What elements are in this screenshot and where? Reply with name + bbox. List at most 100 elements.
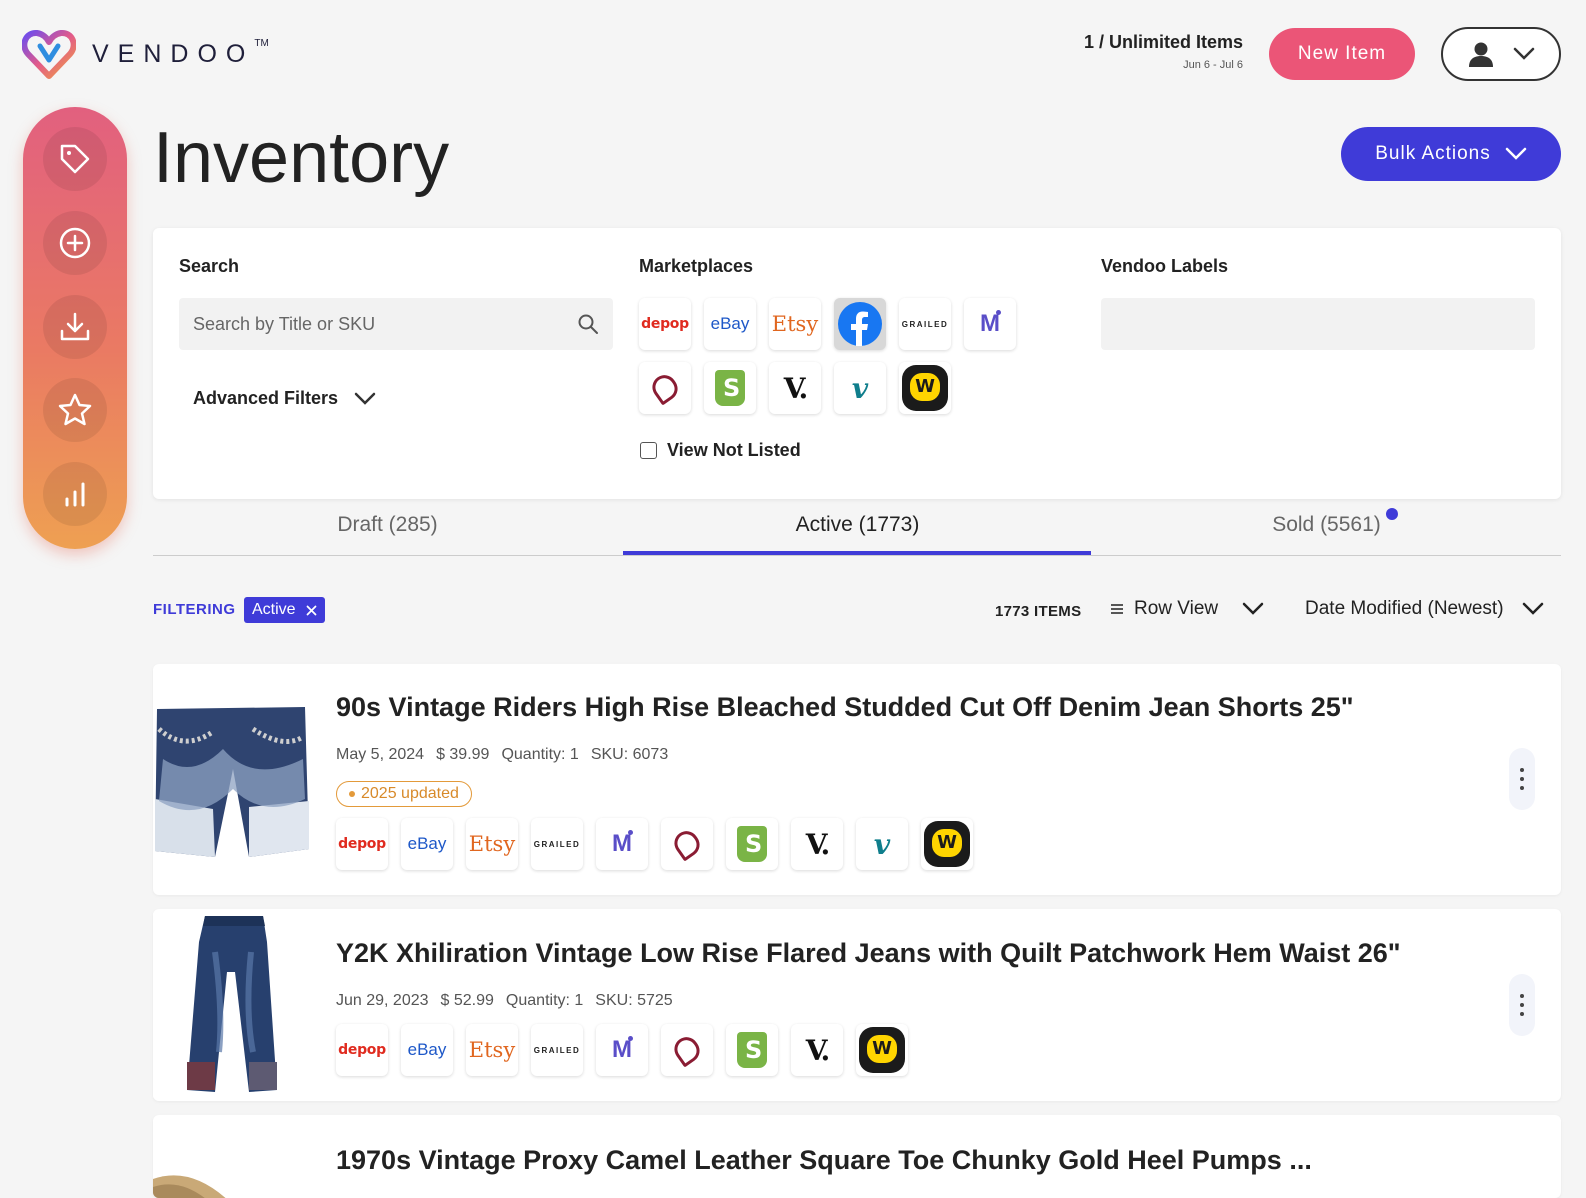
advanced-filters-toggle[interactable]: Advanced Filters: [193, 388, 376, 409]
inventory-item[interactable]: 1970s Vintage Proxy Camel Leather Square…: [153, 1115, 1561, 1198]
marketplace-poshmark[interactable]: [639, 362, 691, 414]
view-not-listed-checkbox[interactable]: [640, 442, 657, 459]
marketplace-grailed[interactable]: GRAILED: [531, 818, 583, 870]
marketplace-mercari[interactable]: M: [596, 1024, 648, 1076]
item-photo-jeans[interactable]: [153, 912, 310, 1098]
item-date: Jun 29, 2023: [336, 992, 429, 1009]
marketplace-whatnot[interactable]: [921, 818, 973, 870]
marketplace-shopify[interactable]: [726, 1024, 778, 1076]
tab-sold[interactable]: Sold (5561): [1092, 513, 1561, 537]
bulk-actions-label: Bulk Actions: [1375, 143, 1491, 164]
marketplace-mercari[interactable]: M: [596, 818, 648, 870]
star-icon: [58, 393, 92, 426]
items-count: 1773 ITEMS: [995, 603, 1082, 620]
item-menu-button[interactable]: [1509, 974, 1535, 1036]
list-icon: [1111, 604, 1123, 614]
chevron-down-icon: [1242, 602, 1264, 615]
bulk-actions-button[interactable]: Bulk Actions: [1341, 127, 1561, 181]
chevron-down-icon: [1513, 47, 1535, 60]
marketplace-poshmark[interactable]: [661, 1024, 713, 1076]
vestiaire-icon: V.: [805, 1033, 831, 1067]
marketplace-grailed[interactable]: GRAILED: [531, 1024, 583, 1076]
active-filter-chip[interactable]: Active: [244, 597, 325, 623]
marketplace-vestiaire[interactable]: V.: [791, 1024, 843, 1076]
plan-title: 1 / Unlimited Items: [1083, 32, 1243, 52]
sidebar-item-add[interactable]: [43, 211, 107, 275]
chevron-down-icon: [1505, 147, 1526, 160]
marketplace-shopify[interactable]: [704, 362, 756, 414]
close-icon[interactable]: [306, 605, 317, 616]
item-quantity: Quantity: 1: [501, 746, 579, 763]
poshmark-icon: [647, 370, 683, 406]
sidebar-item-import[interactable]: [43, 295, 107, 359]
item-photo-shorts[interactable]: [153, 689, 310, 869]
marketplace-vestiaire[interactable]: V.: [769, 362, 821, 414]
marketplace-whatnot[interactable]: [856, 1024, 908, 1076]
search-field[interactable]: [179, 298, 613, 350]
marketplace-ebay[interactable]: eBay: [704, 298, 756, 350]
item-date: May 5, 2024: [336, 746, 425, 763]
tab-draft[interactable]: Draft (285): [153, 513, 622, 537]
poshmark-icon: [669, 1032, 705, 1068]
item-title[interactable]: 90s Vintage Riders High Rise Bleached St…: [336, 692, 1354, 723]
marketplace-depop[interactable]: depop: [639, 298, 691, 350]
marketplace-ebay[interactable]: eBay: [401, 1024, 453, 1076]
vinted-icon: v: [851, 371, 869, 405]
marketplace-vinted[interactable]: v: [834, 362, 886, 414]
sidebar-item-inventory[interactable]: [43, 127, 107, 191]
marketplace-poshmark[interactable]: [661, 818, 713, 870]
marketplace-etsy[interactable]: Etsy: [769, 298, 821, 350]
marketplace-etsy[interactable]: Etsy: [466, 1024, 518, 1076]
marketplace-grailed[interactable]: GRAILED: [899, 298, 951, 350]
item-price: $ 39.99: [436, 746, 490, 763]
marketplace-whatnot[interactable]: [899, 362, 951, 414]
marketplace-mercari[interactable]: M: [964, 298, 1016, 350]
marketplace-facebook[interactable]: [834, 298, 886, 350]
marketplace-ebay[interactable]: eBay: [401, 818, 453, 870]
marketplace-shopify[interactable]: [726, 818, 778, 870]
search-icon[interactable]: [577, 313, 599, 335]
filtering-label: FILTERING: [153, 601, 236, 618]
page-title: Inventory: [153, 118, 450, 198]
active-tab-indicator: [623, 551, 1091, 555]
shopify-icon: [737, 1032, 767, 1068]
mercari-icon: M: [980, 310, 1001, 337]
marketplaces-label: Marketplaces: [639, 256, 754, 276]
brand-name: VENDOOTM: [92, 38, 269, 68]
filter-panel: Search Advanced Filters Marketplaces dep…: [153, 228, 1561, 499]
item-title[interactable]: 1970s Vintage Proxy Camel Leather Square…: [336, 1145, 1312, 1176]
chevron-down-icon: [1522, 602, 1543, 615]
sidebar-item-analytics[interactable]: [43, 462, 107, 526]
inventory-item[interactable]: 90s Vintage Riders High Rise Bleached St…: [153, 664, 1561, 895]
marketplace-depop[interactable]: depop: [336, 1024, 388, 1076]
mercari-icon: M: [612, 1036, 633, 1063]
user-menu-button[interactable]: [1441, 27, 1561, 81]
item-menu-button[interactable]: [1509, 748, 1535, 810]
facebook-icon: [838, 302, 882, 346]
marketplace-etsy[interactable]: Etsy: [466, 818, 518, 870]
sort-label: Date Modified (Newest): [1305, 598, 1504, 619]
item-title[interactable]: Y2K Xhiliration Vintage Low Rise Flared …: [336, 938, 1401, 969]
mercari-icon: M: [612, 830, 633, 857]
marketplace-vestiaire[interactable]: V.: [791, 818, 843, 870]
view-mode-select[interactable]: Row View: [1110, 598, 1264, 620]
search-label: Search: [179, 256, 240, 276]
user-icon: [1469, 42, 1493, 67]
view-not-listed-option[interactable]: View Not Listed: [640, 440, 801, 461]
vendoo-labels-select[interactable]: [1101, 298, 1535, 350]
item-label-badge[interactable]: 2025 updated: [336, 781, 472, 807]
item-photo-pumps[interactable]: [153, 1165, 310, 1198]
status-tabs: Draft (285) Active (1773) Sold (5561): [153, 500, 1561, 556]
new-item-button[interactable]: New Item: [1269, 28, 1415, 80]
inventory-item[interactable]: Y2K Xhiliration Vintage Low Rise Flared …: [153, 909, 1561, 1101]
sort-select[interactable]: Date Modified (Newest): [1305, 598, 1544, 620]
vendoo-logo[interactable]: VENDOOTM: [22, 28, 269, 80]
advanced-filters-label: Advanced Filters: [193, 388, 339, 408]
tab-active[interactable]: Active (1773): [623, 513, 1092, 537]
sidebar-item-favorites[interactable]: [43, 378, 107, 442]
search-input[interactable]: [193, 313, 577, 335]
plan-usage: 1 / Unlimited Items Jun 6 - Jul 6: [1084, 32, 1243, 71]
plus-circle-icon: [59, 227, 91, 259]
marketplace-vinted[interactable]: v: [856, 818, 908, 870]
marketplace-depop[interactable]: depop: [336, 818, 388, 870]
